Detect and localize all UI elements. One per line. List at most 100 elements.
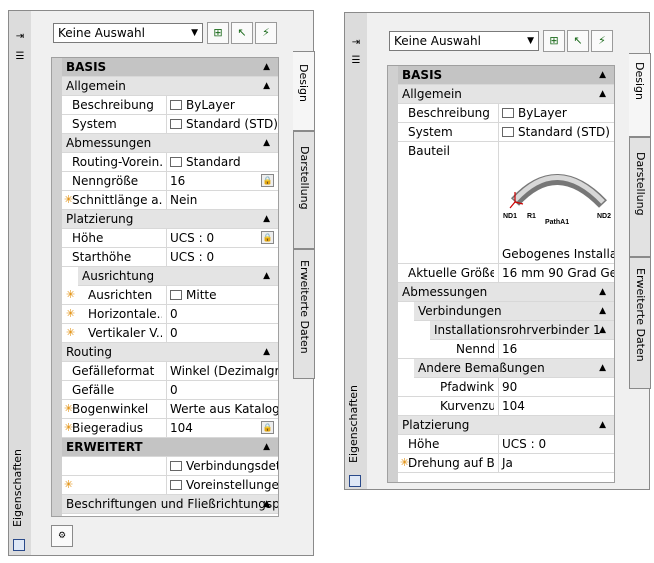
- quick-select-button[interactable]: ⚡: [591, 30, 613, 52]
- chevron-up-icon[interactable]: ▲: [599, 321, 606, 339]
- property-row-bogenwinkel[interactable]: ✳ Bogenwinkel Werte aus Katalog: [62, 400, 278, 419]
- chevron-up-icon[interactable]: ▲: [263, 343, 270, 361]
- tab-darstellung[interactable]: Darstellung: [629, 137, 651, 257]
- chevron-up-icon[interactable]: ▲: [263, 210, 270, 228]
- category-andere-bemaßungen[interactable]: Andere Bemaßungen ▲: [414, 359, 614, 378]
- chevron-up-icon[interactable]: ▲: [263, 134, 270, 152]
- select-objects-button[interactable]: ↖: [231, 22, 253, 44]
- property-row-nenngröße[interactable]: Nenngröße 16 🔒: [62, 172, 278, 191]
- chevron-up-icon[interactable]: ▲: [263, 495, 270, 513]
- property-value-field[interactable]: Nein: [166, 191, 278, 209]
- category-verbindungen[interactable]: Verbindungen ▲: [414, 302, 614, 321]
- property-row-starthöhe[interactable]: Starthöhe UCS : 0: [62, 248, 278, 267]
- chevron-up-icon[interactable]: ▲: [599, 66, 606, 84]
- palette-title-strip[interactable]: ⇥ ☰ Eigenschaften: [9, 11, 32, 555]
- property-value-field[interactable]: 0: [166, 305, 278, 323]
- chevron-up-icon[interactable]: ▲: [599, 85, 606, 103]
- property-row-aktuelle-größe[interactable]: Aktuelle Größe 16 mm 90 Grad Ge...: [398, 264, 614, 283]
- category-platzierung[interactable]: Platzierung ▲: [62, 210, 278, 229]
- selection-dropdown[interactable]: Keine Auswahl ▼: [389, 31, 539, 51]
- category-basis[interactable]: BASIS ▲: [398, 66, 614, 85]
- property-value-field[interactable]: Standard: [166, 153, 278, 171]
- palette-menu-icon[interactable]: ☰: [349, 55, 363, 66]
- chevron-up-icon[interactable]: ▲: [599, 283, 606, 301]
- property-value-field[interactable]: Verbindungsdet...: [166, 457, 278, 475]
- property-value-field[interactable]: UCS : 0: [498, 435, 614, 453]
- chevron-up-icon[interactable]: ▲: [263, 77, 270, 95]
- tab-design[interactable]: Design: [293, 51, 315, 131]
- property-row-höhe[interactable]: Höhe UCS : 0 🔒: [62, 229, 278, 248]
- property-row-vertikaler-v[interactable]: ✳ Vertikaler V... 0: [62, 324, 278, 343]
- category-beschriftungen-und-fließrichtungsp[interactable]: Beschriftungen und Fließrichtungsp... ▲: [62, 495, 278, 514]
- category-routing[interactable]: Routing ▲: [62, 343, 278, 362]
- quick-select-button[interactable]: ⚡: [255, 22, 277, 44]
- tab-darstellung[interactable]: Darstellung: [293, 131, 315, 249]
- category-abmessungen[interactable]: Abmessungen ▲: [398, 283, 614, 302]
- property-row-gefälle[interactable]: Gefälle 0: [62, 381, 278, 400]
- autohide-icon[interactable]: ⇥: [349, 37, 363, 48]
- palette-properties-icon[interactable]: [349, 475, 361, 487]
- property-value-field[interactable]: 0: [166, 324, 278, 342]
- property-value-field[interactable]: UCS : 0: [166, 248, 278, 266]
- chevron-up-icon[interactable]: ▲: [599, 359, 606, 377]
- lock-icon[interactable]: 🔒: [261, 231, 274, 244]
- property-row-höhe[interactable]: Höhe UCS : 0: [398, 435, 614, 454]
- property-row-bauteil[interactable]: Bauteil ND1 R1 PathA1 ND2 Gebogenes Installa.…: [398, 142, 614, 264]
- property-row-voreinstellungen[interactable]: ✳ Voreinstellungen: [62, 476, 278, 495]
- property-row-ausrichten[interactable]: ✳ Ausrichten Mitte: [62, 286, 278, 305]
- property-value-field[interactable]: UCS : 0 🔒: [166, 229, 278, 247]
- property-row-kurvenzugr[interactable]: Kurvenzugr... 104: [398, 397, 614, 416]
- property-value-field[interactable]: 16 mm 90 Grad Ge...: [498, 264, 614, 282]
- property-value-field[interactable]: 104 🔒: [166, 419, 278, 437]
- property-value-field[interactable]: Werte aus Katalog: [166, 400, 278, 418]
- selection-dropdown[interactable]: Keine Auswahl ▼: [53, 23, 203, 43]
- property-value-field[interactable]: Winkel (Dezimalgr...: [166, 362, 278, 380]
- property-value-field[interactable]: 0: [166, 381, 278, 399]
- property-row-beschreibung[interactable]: Beschreibung ByLayer: [398, 104, 614, 123]
- property-row-gefälleformat[interactable]: Gefälleformat Winkel (Dezimalgr...: [62, 362, 278, 381]
- chevron-up-icon[interactable]: ▲: [263, 58, 270, 76]
- category-platzierung[interactable]: Platzierung ▲: [398, 416, 614, 435]
- category-allgemein[interactable]: Allgemein ▲: [62, 77, 278, 96]
- property-value-field[interactable]: ByLayer: [166, 96, 278, 114]
- property-row-nenndu[interactable]: Nenndu... 16: [398, 340, 614, 359]
- category-ausrichtung[interactable]: Ausrichtung ▲: [78, 267, 278, 286]
- property-value-field[interactable]: 90: [498, 378, 614, 396]
- category-basis[interactable]: BASIS ▲: [62, 58, 278, 77]
- chevron-up-icon[interactable]: ▲: [599, 416, 606, 434]
- category-installationsrohrverbinder-1[interactable]: Installationsrohrverbinder 1 ▲: [430, 321, 614, 340]
- tab-erweiterte-daten[interactable]: Erweiterte Daten: [293, 249, 315, 379]
- lock-icon[interactable]: 🔒: [261, 421, 274, 434]
- property-row-verbindungsdet[interactable]: Verbindungsdet...: [62, 457, 278, 476]
- property-value-field[interactable]: Standard (STD): [498, 123, 614, 141]
- property-value-field[interactable]: 16: [498, 340, 614, 358]
- add-selected-button[interactable]: ⊞: [543, 30, 565, 52]
- category-abmessungen[interactable]: Abmessungen ▲: [62, 134, 278, 153]
- tab-design[interactable]: Design: [629, 53, 651, 137]
- property-value-field[interactable]: Voreinstellungen: [166, 476, 278, 494]
- lock-icon[interactable]: 🔒: [261, 174, 274, 187]
- category-allgemein[interactable]: Allgemein ▲: [398, 85, 614, 104]
- chevron-up-icon[interactable]: ▲: [599, 302, 606, 320]
- add-selected-button[interactable]: ⊞: [207, 22, 229, 44]
- tab-erweiterte-daten[interactable]: Erweiterte Daten: [629, 257, 651, 389]
- property-row-biegeradius[interactable]: ✳ Biegeradius 104 🔒: [62, 419, 278, 438]
- autohide-icon[interactable]: ⇥: [13, 31, 27, 42]
- property-value-field[interactable]: 104: [498, 397, 614, 415]
- palette-settings-button[interactable]: ⚙: [51, 525, 73, 547]
- palette-menu-icon[interactable]: ☰: [13, 51, 27, 62]
- property-row-horizontale[interactable]: ✳ Horizontale... 0: [62, 305, 278, 324]
- property-row-system[interactable]: System Standard (STD): [398, 123, 614, 142]
- property-row-schnittlänge-a[interactable]: ✳ Schnittlänge a... Nein: [62, 191, 278, 210]
- palette-properties-icon[interactable]: [13, 539, 25, 551]
- property-value-field[interactable]: Ja: [498, 454, 614, 472]
- property-value-field[interactable]: 16 🔒: [166, 172, 278, 190]
- property-row-drehung-auf-bi[interactable]: ✳Drehung auf Bi...Ja: [398, 454, 614, 473]
- select-objects-button[interactable]: ↖: [567, 30, 589, 52]
- property-row-system[interactable]: System Standard (STD): [62, 115, 278, 134]
- property-value-field[interactable]: Mitte: [166, 286, 278, 304]
- chevron-up-icon[interactable]: ▲: [263, 267, 270, 285]
- category-erweitert[interactable]: ERWEITERT ▲: [62, 438, 278, 457]
- property-value-field[interactable]: ByLayer: [498, 104, 614, 122]
- chevron-up-icon[interactable]: ▲: [263, 438, 270, 456]
